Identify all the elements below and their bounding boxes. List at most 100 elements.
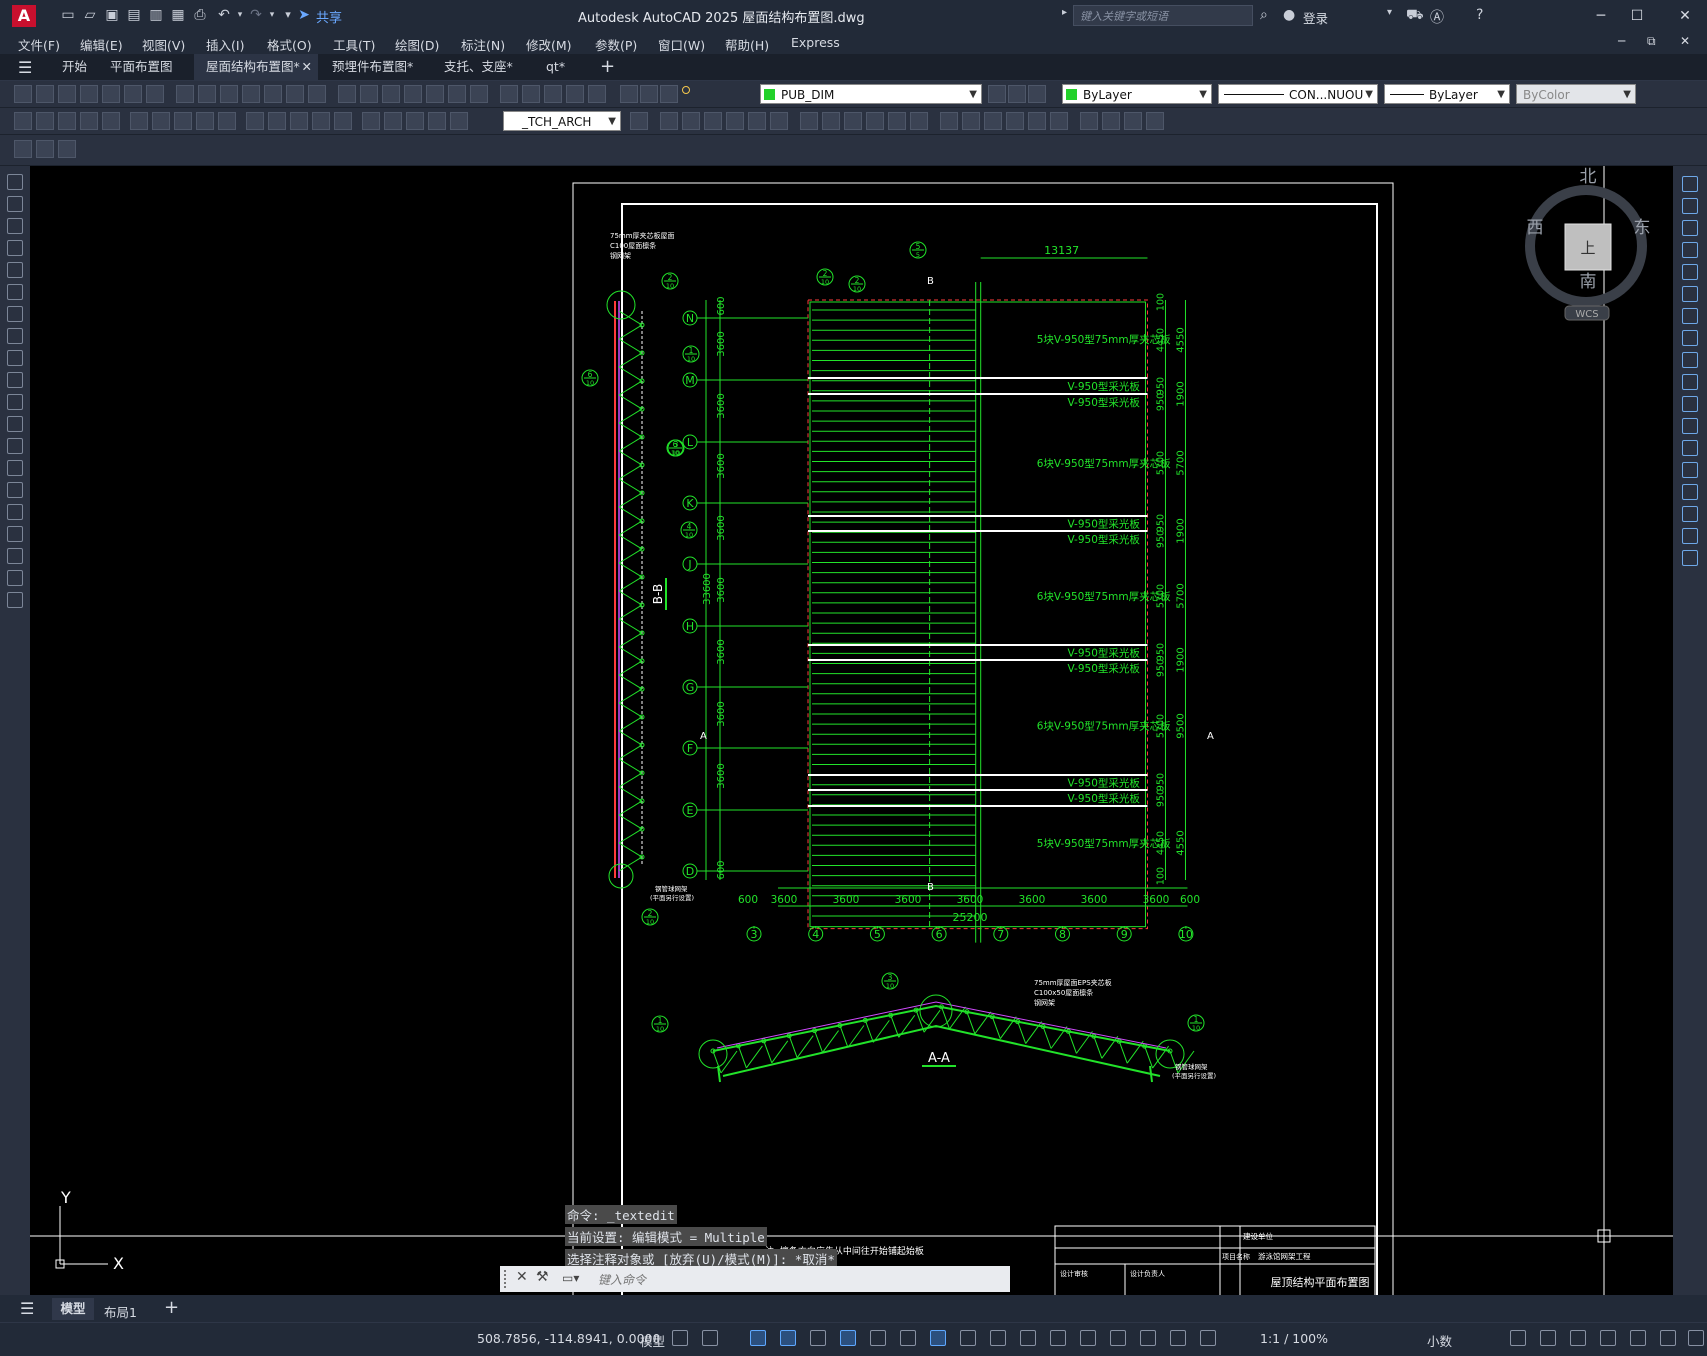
- open-icon[interactable]: [36, 85, 54, 103]
- hatch-icon[interactable]: [7, 482, 23, 498]
- polygon-icon[interactable]: [7, 240, 23, 256]
- menu-help[interactable]: 帮助(H): [725, 35, 769, 54]
- menu-format[interactable]: 格式(O): [267, 35, 312, 54]
- region-icon[interactable]: [7, 526, 23, 542]
- quick-properties-icon[interactable]: [1600, 1330, 1616, 1346]
- copy-icon[interactable]: [1682, 198, 1698, 214]
- undo-dropdown-icon[interactable]: ▾: [232, 7, 248, 23]
- properties-icon[interactable]: [448, 85, 466, 103]
- command-close-icon[interactable]: ✕: [516, 1269, 528, 1285]
- circle-icon[interactable]: [7, 306, 23, 322]
- dim-center-mark-icon[interactable]: [334, 112, 352, 130]
- menu-draw[interactable]: 绘图(D): [395, 35, 439, 54]
- annotation-visibility-toggle-icon[interactable]: [1170, 1330, 1186, 1346]
- publish-icon[interactable]: [124, 85, 142, 103]
- dynamic-ucs-toggle-icon[interactable]: [1080, 1330, 1096, 1346]
- layer-on-icon[interactable]: [682, 86, 690, 94]
- ortho-toggle-icon[interactable]: [810, 1330, 826, 1346]
- menu-file[interactable]: 文件(F): [18, 35, 60, 54]
- insert-block-icon[interactable]: [7, 416, 23, 432]
- layout-tab-layout1[interactable]: 布局1: [104, 1302, 137, 1321]
- express-tool-icon[interactable]: [36, 140, 54, 158]
- ucs-tool-15-icon[interactable]: [984, 112, 1002, 130]
- doc-restore-button[interactable]: ⧉: [1647, 34, 1656, 49]
- new-file-icon[interactable]: ▭: [60, 7, 76, 23]
- ucs-tool-20-icon[interactable]: [1102, 112, 1120, 130]
- block-icon[interactable]: [264, 85, 282, 103]
- dim-diameter-icon[interactable]: [152, 112, 170, 130]
- dim-aligned-icon[interactable]: [36, 112, 54, 130]
- menu-edit[interactable]: 编辑(E): [80, 35, 123, 54]
- ucs-tool-8-icon[interactable]: [822, 112, 840, 130]
- tool-palette-icon[interactable]: [500, 85, 518, 103]
- match-layer-icon[interactable]: [1008, 85, 1026, 103]
- calc-icon[interactable]: [566, 85, 584, 103]
- dim-tolerance-icon[interactable]: [312, 112, 330, 130]
- workspace-icon[interactable]: [14, 140, 32, 158]
- make-block-icon[interactable]: [7, 438, 23, 454]
- app-logo-button[interactable]: A: [12, 5, 36, 27]
- dim-dim-edit-icon[interactable]: [406, 112, 424, 130]
- tab-roof-structure[interactable]: 屋面结构布置图* ✕: [194, 54, 318, 80]
- point-icon[interactable]: [7, 460, 23, 476]
- ucs-tool-21-icon[interactable]: [1124, 112, 1142, 130]
- annotation-monitor-icon[interactable]: [1540, 1330, 1556, 1346]
- tab-start[interactable]: 开始: [50, 54, 99, 80]
- ucs-tool-19-icon[interactable]: [1080, 112, 1098, 130]
- redo-icon[interactable]: [338, 85, 356, 103]
- textstyle-dropdown[interactable]: _TCH_ARCH ▼: [503, 111, 621, 131]
- spline-icon[interactable]: [7, 350, 23, 366]
- search-icon[interactable]: ⌕: [1260, 7, 1268, 23]
- ellipse-icon[interactable]: [7, 372, 23, 388]
- ucs-tool-5-icon[interactable]: [748, 112, 766, 130]
- ucs-tool-11-icon[interactable]: [888, 112, 906, 130]
- layout-menu-icon[interactable]: ☰: [20, 1299, 34, 1318]
- snap-toggle-icon[interactable]: [702, 1330, 718, 1346]
- chamfer-icon[interactable]: [1682, 484, 1698, 500]
- tab-embedded-parts[interactable]: 预埋件布置图*: [320, 54, 425, 80]
- command-grip-icon[interactable]: [504, 1270, 514, 1288]
- zoom-prev-icon[interactable]: [426, 85, 444, 103]
- doc-close-button[interactable]: ✕: [1680, 34, 1690, 48]
- selection-filter-toggle-icon[interactable]: [1110, 1330, 1126, 1346]
- fillet-icon[interactable]: [1682, 506, 1698, 522]
- coordinates-readout[interactable]: 508.7856, -114.8941, 0.0000: [477, 1331, 660, 1346]
- ucs-tool-10-icon[interactable]: [866, 112, 884, 130]
- tab-supports[interactable]: 支托、支座*: [432, 54, 525, 80]
- polyline-icon[interactable]: [7, 218, 23, 234]
- new-tab-icon[interactable]: +: [600, 56, 615, 77]
- undo-icon[interactable]: ↶: [216, 7, 232, 23]
- isodraft-toggle-icon[interactable]: [870, 1330, 886, 1346]
- join-icon[interactable]: [1682, 462, 1698, 478]
- search-expand-icon[interactable]: ▸: [1062, 7, 1067, 18]
- ucs-tool-3-icon[interactable]: [704, 112, 722, 130]
- tab-close-icon[interactable]: ✕: [302, 54, 312, 80]
- object-snap-toggle-icon[interactable]: [930, 1330, 946, 1346]
- rectangle-icon[interactable]: [7, 262, 23, 278]
- ucs-tool-1-icon[interactable]: [660, 112, 678, 130]
- stretch-icon[interactable]: [1682, 352, 1698, 368]
- dimstyle-icon[interactable]: [630, 112, 648, 130]
- gradient-icon[interactable]: [7, 504, 23, 520]
- ucs-tool-7-icon[interactable]: [800, 112, 818, 130]
- ucs-tool-6-icon[interactable]: [770, 112, 788, 130]
- infer-toggle-icon[interactable]: [750, 1330, 766, 1346]
- tab-qt[interactable]: qt*: [534, 54, 577, 80]
- login-dropdown-icon[interactable]: ▾: [1387, 7, 1392, 18]
- share-button[interactable]: 共享: [316, 7, 342, 26]
- layer-manager-icon[interactable]: [620, 85, 638, 103]
- open-web-icon[interactable]: ▥: [148, 7, 164, 23]
- layout-tab-model[interactable]: 模型: [52, 1298, 94, 1320]
- close-button[interactable]: ✕: [1670, 5, 1700, 27]
- hamburger-icon[interactable]: ☰: [18, 58, 32, 77]
- sheet-set-icon[interactable]: [522, 85, 540, 103]
- dynamic-input-toggle-icon[interactable]: [780, 1330, 796, 1346]
- revision-cloud-icon[interactable]: [7, 328, 23, 344]
- doc-minimize-button[interactable]: ─: [1618, 34, 1625, 48]
- dim-tool-icon[interactable]: [58, 140, 76, 158]
- gizmo-toggle-icon[interactable]: [1140, 1330, 1156, 1346]
- menu-insert[interactable]: 插入(I): [206, 35, 244, 54]
- ucs-tool-14-icon[interactable]: [962, 112, 980, 130]
- user-icon[interactable]: ●: [1283, 7, 1295, 23]
- menu-tools[interactable]: 工具(T): [333, 35, 375, 54]
